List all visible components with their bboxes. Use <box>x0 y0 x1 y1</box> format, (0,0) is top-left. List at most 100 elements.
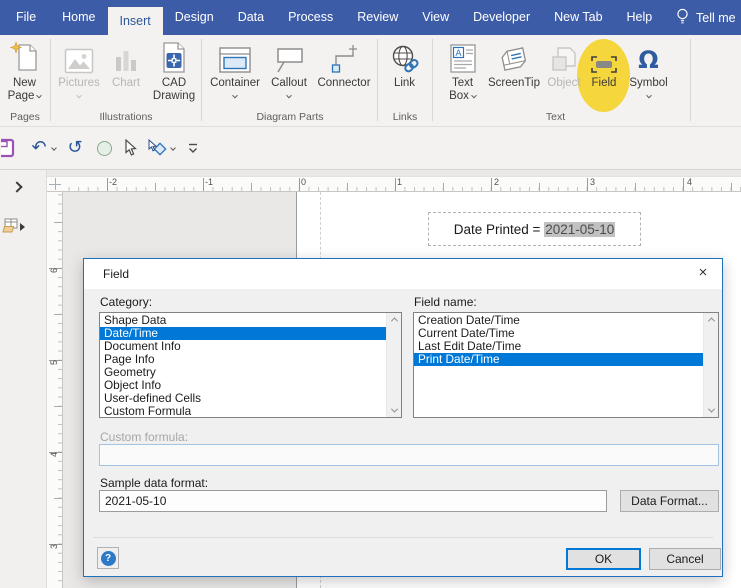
category-item[interactable]: User-defined Cells <box>100 392 386 405</box>
screentip-button[interactable]: ScreenTip <box>486 38 542 112</box>
container-label: Container <box>210 77 260 89</box>
pointer-tool-button[interactable] <box>122 136 140 160</box>
scroll-down-icon[interactable] <box>387 404 401 417</box>
group-separator <box>201 39 202 121</box>
link-button[interactable]: Link <box>382 38 427 112</box>
category-item[interactable]: Page Info <box>100 353 386 366</box>
field-name-item[interactable]: Creation Date/Time <box>414 314 703 327</box>
save-button[interactable] <box>0 136 16 160</box>
scroll-up-icon[interactable] <box>387 313 401 326</box>
ruler-number: 4 <box>49 451 59 457</box>
stencil-icon[interactable] <box>2 218 20 238</box>
close-icon[interactable]: × <box>687 261 719 285</box>
tab-file[interactable]: File <box>2 0 50 35</box>
chevron-down-icon <box>286 92 292 99</box>
redo-button[interactable]: ↺ <box>64 136 86 160</box>
text-box-label-2: Box <box>440 90 485 103</box>
dialog-title-bar: Field × <box>84 259 722 289</box>
tab-process[interactable]: Process <box>276 0 345 35</box>
tab-developer[interactable]: Developer <box>461 0 542 35</box>
field-name-item[interactable]: Current Date/Time <box>414 327 703 340</box>
new-page-button[interactable]: New Page <box>2 38 47 112</box>
ellipse-tool-button[interactable] <box>94 136 114 160</box>
category-item[interactable]: Shape Data <box>100 314 386 327</box>
expand-shapes-chevron-icon[interactable] <box>11 181 23 193</box>
group-separator <box>50 39 51 121</box>
callout-button[interactable]: Callout <box>264 38 314 112</box>
text-box-button[interactable]: A Text Box <box>440 38 485 112</box>
dialog-separator <box>93 537 713 538</box>
ruler-number: -1 <box>205 177 214 187</box>
shape-tools-chevron-icon[interactable] <box>169 136 177 160</box>
connector-button[interactable]: Connector <box>315 38 373 112</box>
category-item[interactable]: Geometry <box>100 366 386 379</box>
tab-new-tab[interactable]: New Tab <box>542 0 614 35</box>
category-item[interactable]: Custom Formula <box>100 405 386 418</box>
scrollbar[interactable] <box>386 313 401 417</box>
data-format-button[interactable]: Data Format... <box>620 490 719 512</box>
shape-tools-button[interactable] <box>145 136 169 160</box>
help-button[interactable]: ? <box>97 547 119 569</box>
tab-insert[interactable]: Insert <box>107 7 163 35</box>
new-page-label-2: Page <box>2 90 47 103</box>
chevron-down-icon <box>36 92 43 99</box>
shapes-panel-collapsed <box>0 170 47 588</box>
pictures-button: Pictures <box>55 38 103 112</box>
field-name-item-selected[interactable]: Print Date/Time <box>414 353 703 366</box>
stencil-flyout-arrow-icon[interactable] <box>20 223 25 231</box>
group-label-text: Text <box>545 111 566 123</box>
scroll-down-icon[interactable] <box>704 404 718 417</box>
date-printed-shape[interactable]: Date Printed = 2021-05-10 <box>428 212 641 246</box>
chevron-down-icon <box>645 92 652 99</box>
category-list[interactable]: Shape Data Date/Time Document Info Page … <box>99 312 402 418</box>
object-icon <box>543 38 585 74</box>
horizontal-ruler: -2 -1 0 1 2 3 4 <box>47 176 741 192</box>
ruler-number: 2 <box>494 177 500 187</box>
field-name-list[interactable]: Creation Date/Time Current Date/Time Las… <box>413 312 719 418</box>
cancel-button[interactable]: Cancel <box>649 548 721 570</box>
svg-text:A: A <box>455 49 462 59</box>
ruler-number: 3 <box>590 177 596 187</box>
tab-data[interactable]: Data <box>226 0 276 35</box>
group-label-illustrations: Illustrations <box>99 111 153 123</box>
tab-design[interactable]: Design <box>163 0 226 35</box>
customize-qat-button[interactable] <box>186 136 200 160</box>
undo-dropdown-chevron-icon[interactable] <box>50 136 58 160</box>
scroll-up-icon[interactable] <box>704 313 718 326</box>
chevron-down-icon <box>76 92 82 99</box>
tell-me-box[interactable]: Tell me <box>676 0 736 35</box>
chevron-down-icon <box>232 92 238 99</box>
container-button[interactable]: Container <box>207 38 263 112</box>
undo-button[interactable]: ↶ <box>28 136 50 160</box>
category-item[interactable]: Document Info <box>100 340 386 353</box>
screentip-icon <box>486 38 542 74</box>
scrollbar[interactable] <box>703 313 718 417</box>
ruler-number: 1 <box>397 177 403 187</box>
lightbulb-icon <box>676 8 689 28</box>
quick-access-toolbar: ↶ ↺ <box>0 127 741 170</box>
sample-data-format-input[interactable] <box>99 490 607 512</box>
text-box-label-1: Text <box>451 77 474 89</box>
ok-button[interactable]: OK <box>566 548 641 570</box>
tab-view[interactable]: View <box>410 0 461 35</box>
tab-review[interactable]: Review <box>345 0 410 35</box>
category-label: Category: <box>100 295 153 309</box>
category-item[interactable]: Object Info <box>100 379 386 392</box>
chevron-down-icon <box>471 92 477 99</box>
field-button[interactable]: Field <box>584 38 624 112</box>
group-separator <box>690 39 691 121</box>
symbol-button[interactable]: Ω Symbol <box>626 38 671 112</box>
cad-drawing-button[interactable]: CAD Drawing <box>149 38 199 112</box>
field-name-item[interactable]: Last Edit Date/Time <box>414 340 703 353</box>
group-label-pages: Pages <box>10 111 40 123</box>
custom-formula-label: Custom formula: <box>100 430 189 444</box>
container-icon <box>207 38 263 74</box>
cad-label-2: Drawing <box>152 90 196 102</box>
tab-help[interactable]: Help <box>615 0 665 35</box>
connector-label: Connector <box>317 77 371 89</box>
tab-home[interactable]: Home <box>50 0 107 35</box>
visio-window: File Home Insert Design Data Process Rev… <box>0 0 741 588</box>
category-item-selected[interactable]: Date/Time <box>100 327 386 340</box>
inserted-field-value[interactable]: 2021-05-10 <box>544 221 616 237</box>
ruler-origin-crosshair-icon <box>49 178 61 190</box>
